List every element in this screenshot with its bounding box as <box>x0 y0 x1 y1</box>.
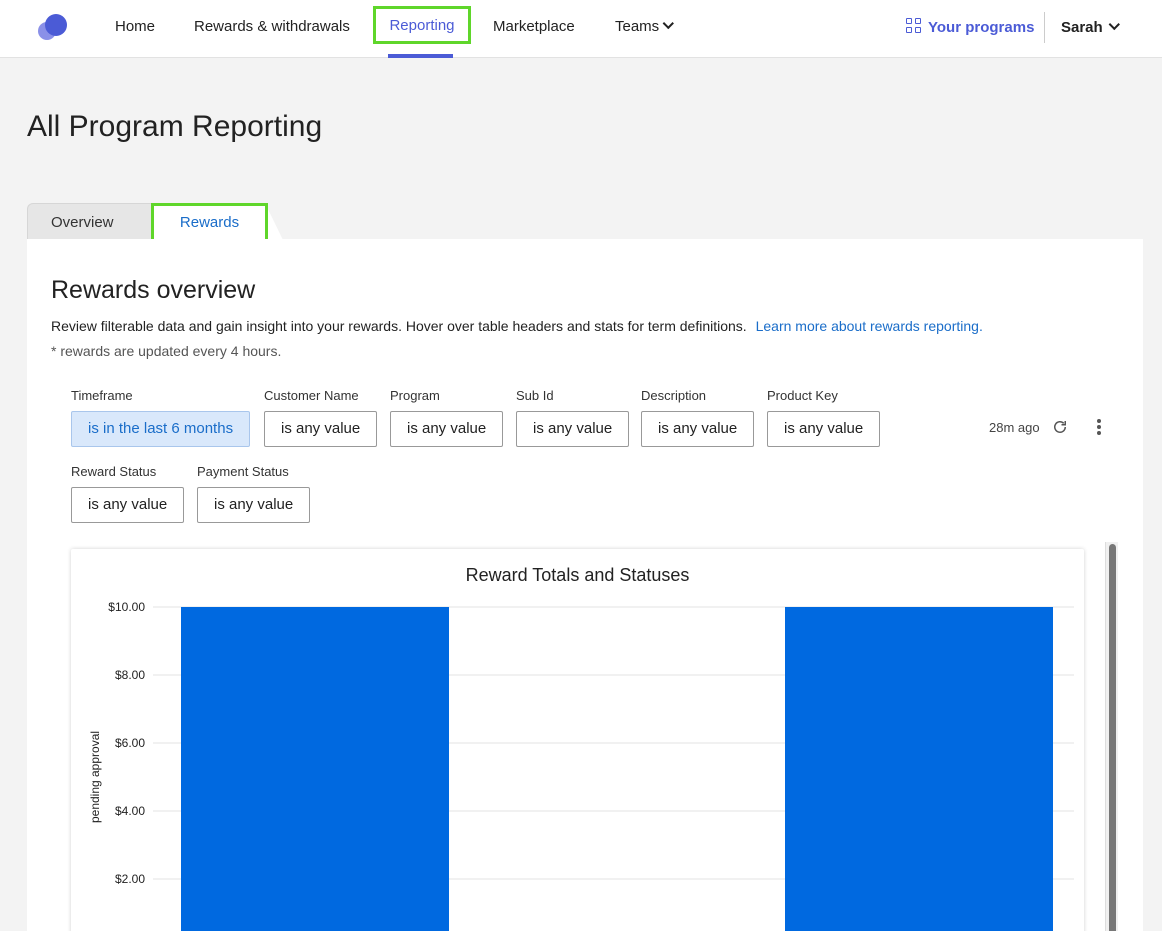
user-name: Sarah <box>1061 19 1103 36</box>
y-axis-label: pending approval <box>88 731 102 823</box>
grid-icon <box>906 18 922 34</box>
filter-value-button[interactable]: is any value <box>641 411 755 447</box>
your-programs-label: Your programs <box>928 19 1035 36</box>
your-programs-button[interactable]: Your programs <box>906 0 1034 58</box>
section-title: Rewards overview <box>51 276 256 304</box>
rewards-card: Rewards overview Review filterable data … <box>27 239 1143 931</box>
filter-label: Customer Name <box>264 388 359 403</box>
nav-teams[interactable]: Teams <box>615 0 675 58</box>
last-refresh-time: 28m ago <box>989 420 1040 435</box>
nav-active-indicator <box>388 54 453 58</box>
filter-sub-id: Sub Id is any value <box>516 388 630 447</box>
chevron-down-icon <box>662 17 675 30</box>
nav-rewards-withdrawals[interactable]: Rewards & withdrawals <box>194 0 350 58</box>
filter-customer-name: Customer Name is any value <box>264 388 378 447</box>
chart-bar[interactable] <box>181 607 449 931</box>
filter-description: Description is any value <box>641 388 755 447</box>
filter-program: Program is any value <box>390 388 504 447</box>
filter-label: Program <box>390 388 440 403</box>
tab-overview[interactable]: Overview <box>27 203 169 240</box>
filter-value-button[interactable]: is any value <box>264 411 378 447</box>
filter-value-button[interactable]: is any value <box>71 487 185 523</box>
description-text: Review filterable data and gain insight … <box>51 318 747 334</box>
filter-label: Reward Status <box>71 464 157 479</box>
refresh-icon[interactable] <box>1051 418 1069 436</box>
y-tick-label: $8.00 <box>115 668 145 682</box>
filter-value-button[interactable]: is any value <box>516 411 630 447</box>
learn-more-link[interactable]: Learn more about rewards reporting. <box>756 318 983 334</box>
tab-rewards[interactable]: Rewards <box>151 203 268 242</box>
filter-value-button[interactable]: is in the last 6 months <box>71 411 251 447</box>
y-tick-label: $2.00 <box>115 872 145 886</box>
nav-reporting[interactable]: Reporting <box>373 6 471 44</box>
nav-teams-label: Teams <box>615 18 660 35</box>
filter-label: Product Key <box>767 388 838 403</box>
filter-product-key: Product Key is any value <box>767 388 881 447</box>
y-tick-label: $6.00 <box>115 736 145 750</box>
filter-payment-status: Payment Status is any value <box>197 464 311 523</box>
filter-label: Description <box>641 388 707 403</box>
top-navigation: Home Rewards & withdrawals Reporting Mar… <box>0 0 1162 58</box>
filter-label: Timeframe <box>71 388 133 403</box>
chart-bar[interactable] <box>785 607 1053 931</box>
chart-panel: Reward Totals and Statuses $10.00 $8.00 $6… <box>71 549 1084 931</box>
nav-marketplace[interactable]: Marketplace <box>493 0 575 58</box>
scrollbar-thumb[interactable] <box>1109 544 1116 931</box>
nav-home[interactable]: Home <box>115 0 155 58</box>
reward-totals-chart: $10.00 $8.00 $6.00 $4.00 $2.00 pending approv… <box>88 600 1074 931</box>
filter-label: Sub Id <box>516 388 554 403</box>
y-tick-label: $4.00 <box>115 804 145 818</box>
more-options-icon[interactable] <box>1093 417 1105 437</box>
scrollbar[interactable] <box>1105 542 1118 931</box>
filter-value-button[interactable]: is any value <box>197 487 311 523</box>
filter-label: Payment Status <box>197 464 289 479</box>
nav-divider <box>1044 12 1045 43</box>
filter-value-button[interactable]: is any value <box>390 411 504 447</box>
section-description: Review filterable data and gain insight … <box>51 318 983 334</box>
filter-value-button[interactable]: is any value <box>767 411 881 447</box>
page-title: All Program Reporting <box>27 110 323 143</box>
y-tick-label: $10.00 <box>108 600 145 614</box>
chevron-down-icon <box>1108 18 1120 31</box>
update-note: * rewards are updated every 4 hours. <box>51 343 282 359</box>
filter-reward-status: Reward Status is any value <box>71 464 185 523</box>
user-menu[interactable]: Sarah <box>1061 0 1120 58</box>
brand-logo-icon[interactable] <box>36 14 68 42</box>
filter-timeframe: Timeframe is in the last 6 months <box>71 388 251 447</box>
